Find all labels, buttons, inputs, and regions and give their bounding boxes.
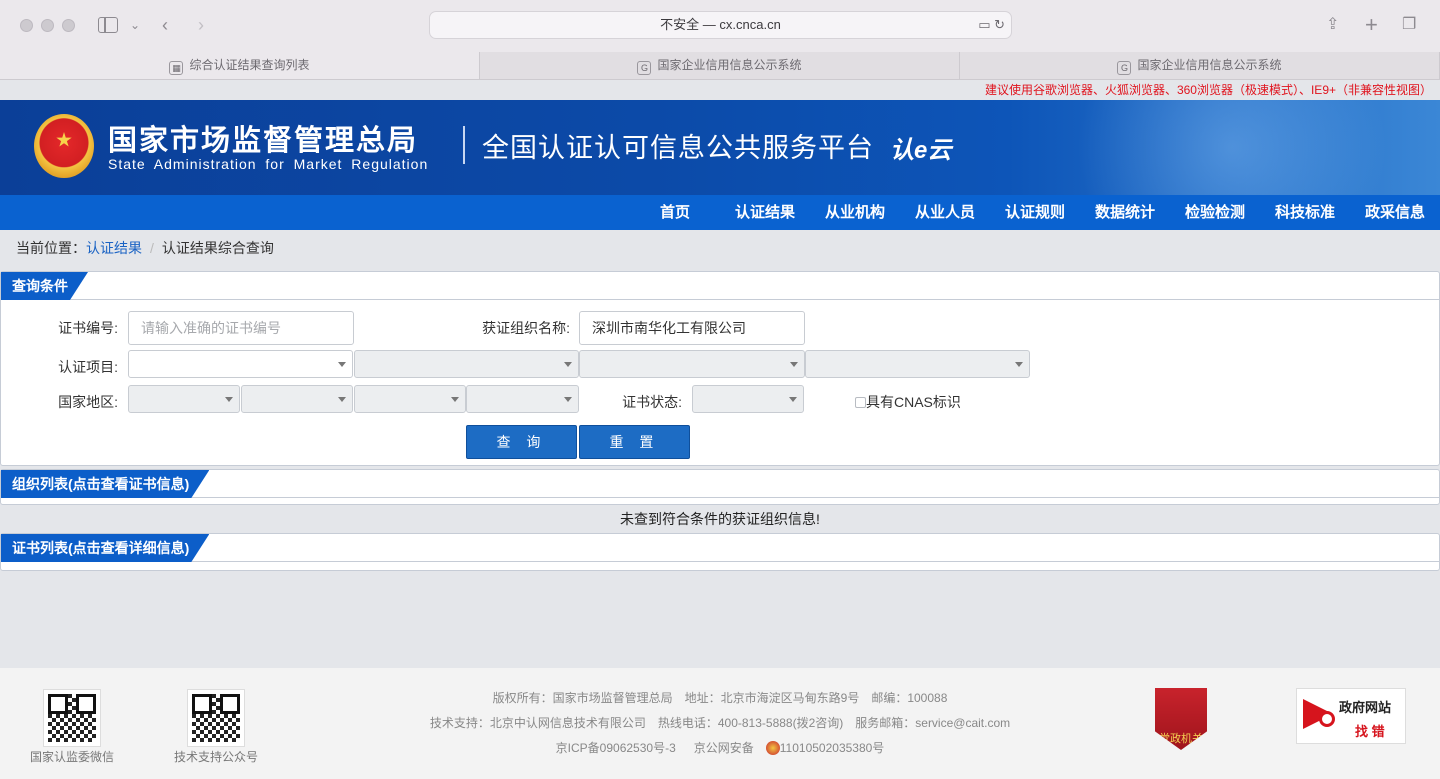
qr-favicon-icon: ▦	[169, 61, 184, 75]
search-button[interactable]: 查 询	[466, 425, 577, 459]
org-list-header: 组织列表(点击查看证书信息)	[1, 470, 1439, 498]
nav-statistics[interactable]: 数据统计	[1080, 195, 1170, 230]
project-select-1[interactable]	[128, 350, 353, 378]
minimize-window-button[interactable]	[41, 19, 54, 32]
query-panel-title: 查询条件	[1, 272, 88, 300]
cnas-checkbox[interactable]	[855, 397, 866, 408]
forward-icon[interactable]: ›	[198, 14, 204, 36]
nav-testing[interactable]: 检验检测	[1170, 195, 1260, 230]
agency-title-en: State Administration for Market Regulati…	[108, 156, 429, 172]
query-panel-header: 查询条件	[1, 272, 1439, 300]
title-divider	[463, 126, 465, 164]
project-label: 认证项目:	[58, 359, 118, 375]
nav-personnel[interactable]: 从业人员	[900, 195, 990, 230]
g-favicon-icon: G	[637, 61, 652, 75]
postcode-text: 邮编：100088	[871, 691, 948, 705]
window-controls[interactable]	[20, 19, 75, 32]
footer-copyright-line: 版权所有：国家市场监督管理总局 地址：北京市海淀区马甸东路9号 邮编：100088	[0, 690, 1440, 706]
org-list-panel: 组织列表(点击查看证书信息)	[0, 469, 1440, 505]
cnas-label: 具有CNAS标识	[866, 394, 961, 410]
police-record-label: 京公网安备	[693, 741, 754, 755]
tab-overview-icon[interactable]: ❐	[1402, 14, 1416, 36]
breadcrumb-separator: /	[150, 240, 154, 256]
tab-3[interactable]: G 国家企业信用信息公示系统	[960, 52, 1440, 79]
gov-site-report-button[interactable]: 政府网站 找 错	[1296, 688, 1406, 744]
address-text: 地址：北京市海淀区马甸东路9号	[684, 691, 860, 705]
main-nav: 首页 认证结果 从业机构 从业人员 认证规则 数据统计 检验检测 科技标准 政采…	[0, 195, 1440, 230]
project-select-3[interactable]	[579, 350, 805, 378]
sidebar-toggle-icon[interactable]	[98, 17, 118, 33]
tab-2[interactable]: G 国家企业信用信息公示系统	[480, 52, 960, 79]
nav-procurement[interactable]: 政采信息	[1350, 195, 1440, 230]
footer-icp-line: 京ICP备09062530号-3 京公网安备 11010502035380号	[0, 740, 1440, 756]
zoom-window-button[interactable]	[62, 19, 75, 32]
icp-link[interactable]: 京ICP备09062530号-3	[556, 741, 676, 755]
magnifier-icon	[1319, 711, 1335, 727]
region-select-4[interactable]	[466, 385, 579, 413]
address-bar[interactable]: 不安全 — cx.cnca.cn ▭ ↻	[429, 11, 1012, 39]
agency-title: 国家市场监督管理总局	[108, 125, 419, 157]
police-record-number: 11010502035380号	[779, 741, 885, 755]
org-name-input[interactable]: 深圳市南华化工有限公司	[579, 311, 805, 345]
region-label: 国家地区:	[58, 394, 118, 410]
browser-toolbar: ⌄ ‹ › 不安全 — cx.cnca.cn ▭ ↻ ⇪ + ❐	[0, 0, 1440, 52]
banner-decoration	[980, 100, 1400, 195]
cert-list-panel: 证书列表(点击查看详细信息)	[0, 533, 1440, 571]
gov-site-label: 政府网站	[1339, 700, 1392, 715]
status-label: 证书状态:	[622, 394, 682, 410]
status-select[interactable]	[692, 385, 804, 413]
nav-standards[interactable]: 科技标准	[1260, 195, 1350, 230]
tab-label: 国家企业信用信息公示系统	[1137, 58, 1282, 72]
copyright-text: 版权所有：国家市场监督管理总局	[492, 691, 673, 705]
footer-support-line: 技术支持：北京中认网信息技术有限公司 热线电话：400-813-5888(拨2咨询…	[0, 715, 1440, 731]
org-list-title: 组织列表(点击查看证书信息)	[1, 470, 209, 498]
browser-notice: 建议使用谷歌浏览器、火狐浏览器、360浏览器（极速模式）、IE9+（非兼容性视图…	[0, 80, 1440, 100]
tab-label: 综合认证结果查询列表	[189, 58, 310, 72]
police-record[interactable]: 京公网安备 11010502035380号	[688, 741, 885, 755]
nav-rules[interactable]: 认证规则	[990, 195, 1080, 230]
region-select-3[interactable]	[354, 385, 466, 413]
platform-title: 全国认证认可信息公共服务平台	[482, 133, 874, 163]
footer: 国家认监委微信 技术支持公众号 版权所有：国家市场监督管理总局 地址：北京市海淀区…	[0, 668, 1440, 779]
new-tab-icon[interactable]: +	[1365, 14, 1378, 36]
cert-list-title: 证书列表(点击查看详细信息)	[1, 534, 209, 562]
url-text: 不安全 — cx.cnca.cn	[660, 17, 781, 32]
reset-button[interactable]: 重 置	[579, 425, 690, 459]
tab-label: 国家企业信用信息公示系统	[657, 58, 802, 72]
project-select-4[interactable]	[805, 350, 1030, 378]
police-badge-icon	[765, 741, 780, 755]
hotline-text: 热线电话：400-813-5888(拨2咨询)	[657, 716, 844, 730]
g-favicon-icon: G	[1117, 61, 1132, 75]
renecloud-logo: 认e云	[890, 137, 952, 164]
back-icon[interactable]: ‹	[162, 14, 168, 36]
cert-no-label: 证书编号:	[58, 320, 118, 336]
national-emblem-icon	[34, 114, 94, 178]
report-error-label: 找 错	[1355, 724, 1385, 739]
breadcrumb: 当前位置：认证结果 / 认证结果综合查询	[16, 238, 274, 258]
nav-cert-results[interactable]: 认证结果	[720, 195, 810, 230]
tab-1[interactable]: ▦ 综合认证结果查询列表	[0, 52, 480, 79]
reload-icon[interactable]: ▭ ↻	[978, 12, 1005, 38]
breadcrumb-link[interactable]: 认证结果	[86, 240, 142, 256]
nav-institutions[interactable]: 从业机构	[810, 195, 900, 230]
close-window-button[interactable]	[20, 19, 33, 32]
share-icon[interactable]: ⇪	[1326, 14, 1339, 36]
org-name-label: 获证组织名称:	[482, 320, 570, 336]
empty-result-message: 未查到符合条件的获证组织信息!	[620, 511, 820, 527]
breadcrumb-current: 认证结果综合查询	[161, 240, 274, 256]
support-text: 技术支持：北京中认网信息技术有限公司	[429, 716, 646, 730]
site-banner: 国家市场监督管理总局 State Administration for Mark…	[0, 100, 1440, 195]
nav-home[interactable]: 首页	[630, 195, 720, 230]
email-text: 服务邮箱：service@cait.com	[855, 716, 1011, 730]
cert-no-input[interactable]: 请输入准确的证书编号	[128, 311, 354, 345]
breadcrumb-prefix: 当前位置：	[16, 240, 86, 256]
region-select-2[interactable]	[241, 385, 353, 413]
tab-bar: ▦ 综合认证结果查询列表 G 国家企业信用信息公示系统 G 国家企业信用信息公示系统	[0, 52, 1440, 80]
region-select-1[interactable]	[128, 385, 240, 413]
chevron-down-icon[interactable]: ⌄	[130, 14, 140, 36]
project-select-2[interactable]	[354, 350, 579, 378]
cert-list-header: 证书列表(点击查看详细信息)	[1, 534, 1439, 562]
